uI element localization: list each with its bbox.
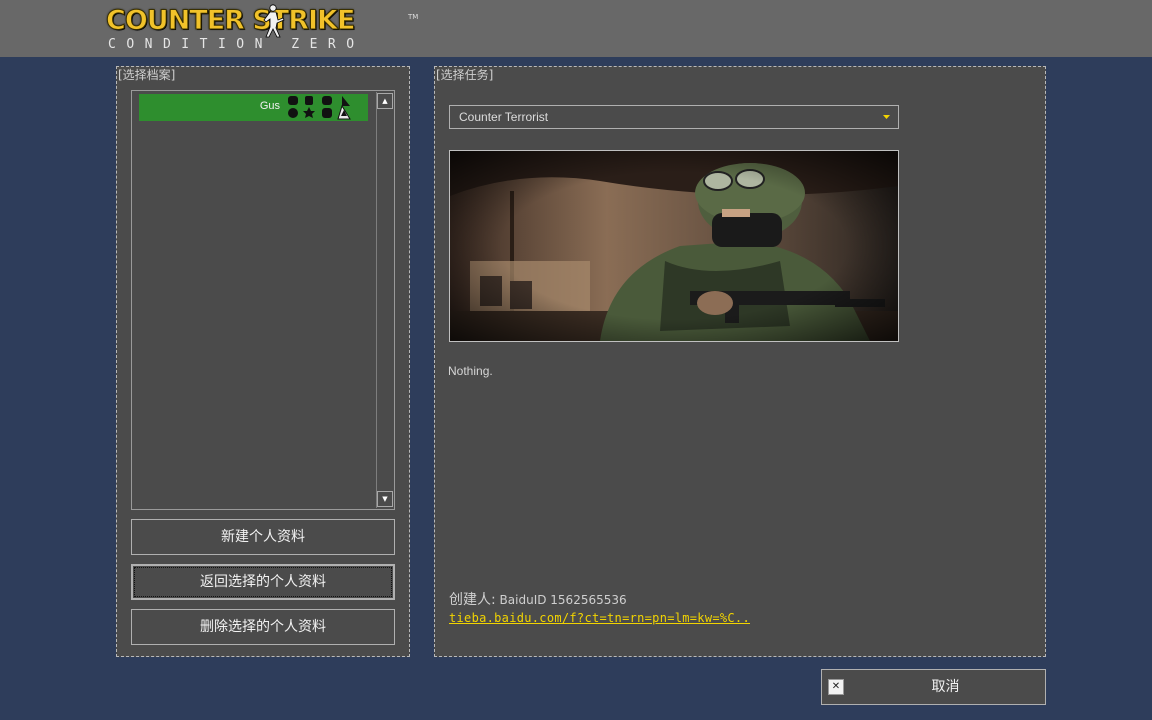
logo-subtitle: CONDITION ZERO <box>108 37 365 52</box>
mission-description: Nothing. <box>448 364 493 378</box>
dropdown-arrow-icon <box>883 115 890 119</box>
creator-info: 创建人: BaiduID 1562565536 <box>449 589 627 609</box>
counter-strike-logo: COUNTER STRIKE TM CONDITION ZERO <box>106 4 418 54</box>
profiles-panel: [选择档案] Gus ▲ ▼ 新建个人资料 返回选择的个人资料 删除选择的个人资… <box>116 66 410 657</box>
profile-list-scrollbar[interactable]: ▲ ▼ <box>376 92 393 508</box>
creator-value: BaiduID 1562565536 <box>499 593 627 607</box>
return-selected-profile-button[interactable]: 返回选择的个人资料 <box>131 564 395 600</box>
mission-panel-title: [选择任务] <box>436 68 494 82</box>
mission-panel: [选择任务] Counter Terrorist Nothing. 创建人: B… <box>434 66 1046 657</box>
creator-label: 创建人: <box>449 592 496 608</box>
profiles-panel-title: [选择档案] <box>118 68 176 82</box>
new-profile-button[interactable]: 新建个人资料 <box>131 519 395 555</box>
profile-name: Gus <box>259 100 280 112</box>
team-select-value: Counter Terrorist <box>459 110 549 124</box>
soldier-silhouette-icon <box>263 4 285 38</box>
team-select-dropdown[interactable]: Counter Terrorist <box>449 105 899 129</box>
medals-icon <box>288 96 351 120</box>
scroll-down-arrow-icon[interactable]: ▼ <box>377 491 393 507</box>
creator-link[interactable]: tieba.baidu.com/f?ct=tn=rn=pn=lm=kw=%C.. <box>449 611 750 625</box>
cancel-label: 取消 <box>931 679 960 695</box>
delete-selected-profile-button[interactable]: 删除选择的个人资料 <box>131 609 395 645</box>
top-bar: COUNTER STRIKE TM CONDITION ZERO <box>0 0 1152 57</box>
profile-list[interactable]: Gus ▲ ▼ <box>131 90 395 510</box>
cancel-button[interactable]: ✕ 取消 <box>821 669 1046 705</box>
trademark-mark: TM <box>408 13 419 21</box>
scroll-up-arrow-icon[interactable]: ▲ <box>377 93 393 109</box>
counter-terrorist-image <box>449 150 899 342</box>
profile-row-gus[interactable]: Gus <box>139 94 368 121</box>
